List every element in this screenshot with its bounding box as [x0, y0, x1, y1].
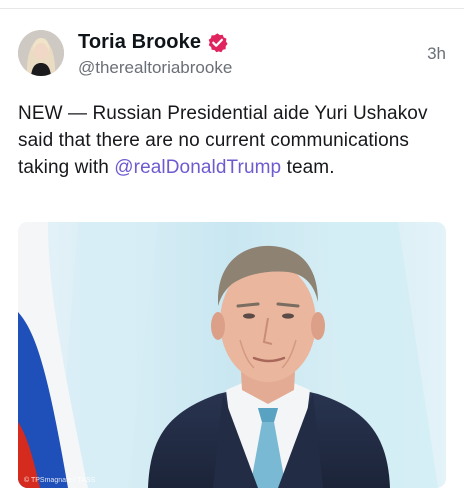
post-body: NEW — Russian Presidential aide Yuri Ush… [18, 100, 448, 181]
mention-link[interactable]: @realDonaldTrump [114, 157, 281, 178]
author-avatar[interactable] [18, 30, 64, 76]
top-divider [0, 8, 464, 9]
post-timestamp[interactable]: 3h [427, 44, 446, 64]
verified-badge-icon [207, 32, 228, 53]
avatar-image [18, 30, 64, 76]
photo-illustration [18, 222, 446, 488]
photo-watermark: © TPSmagnate / TASS [24, 477, 96, 484]
post-header: Toria Brooke @therealtoriabrooke 3h [18, 30, 446, 80]
author-name[interactable]: Toria Brooke [78, 31, 201, 54]
author-name-row: Toria Brooke [78, 31, 228, 54]
post-text-end: team. [281, 157, 335, 178]
author-handle[interactable]: @therealtoriabrooke [78, 58, 232, 78]
post-media-image[interactable]: © TPSmagnate / TASS [18, 222, 446, 488]
